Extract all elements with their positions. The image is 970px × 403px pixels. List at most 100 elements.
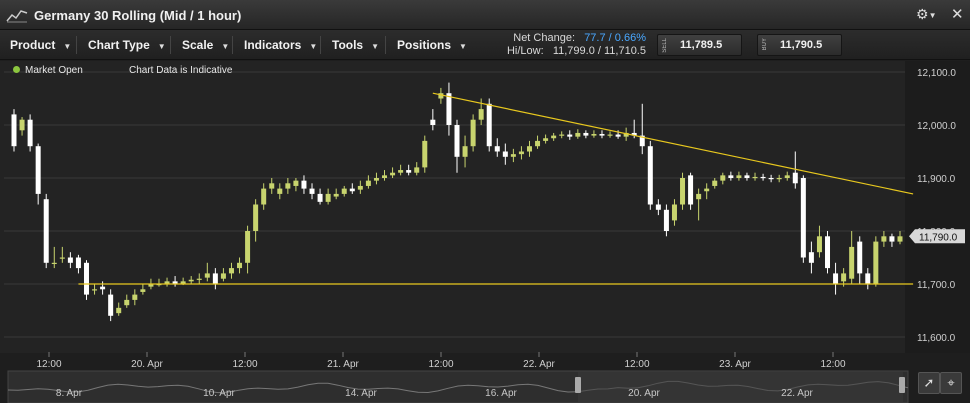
candle-body	[237, 262, 243, 269]
close-icon[interactable]: ✕	[951, 5, 964, 23]
candle-body	[833, 273, 839, 284]
candle-body	[269, 183, 275, 189]
candle-body	[688, 175, 694, 205]
tools-menu[interactable]: Tools ▼	[332, 38, 379, 52]
candle-body	[317, 193, 323, 202]
candle-body	[841, 273, 847, 282]
navigator-label: 22. Apr	[781, 388, 813, 399]
net-change-pct: 0.66%	[614, 32, 646, 44]
candle-body	[671, 204, 677, 221]
candle-body	[575, 132, 581, 137]
navigator-selection[interactable]	[578, 371, 903, 403]
crosshair-tool-button[interactable]: ⌖	[940, 372, 962, 394]
candle-body	[422, 140, 428, 168]
x-tick-label: 12:00	[428, 359, 453, 370]
candle-body	[108, 294, 114, 316]
candle-body	[518, 151, 524, 155]
candle-body	[478, 109, 484, 120]
scale-menu[interactable]: Scale ▼	[182, 38, 229, 52]
candle-body	[382, 175, 388, 178]
current-price-label: 11,790.0	[919, 232, 958, 243]
buy-label: BUY	[762, 38, 768, 51]
x-tick-label: 20. Apr	[131, 359, 163, 370]
candle-body	[204, 273, 210, 278]
candle-body	[663, 209, 669, 231]
candle-body	[100, 286, 106, 290]
candle-body	[526, 146, 532, 152]
gear-icon[interactable]: ⚙▼	[916, 6, 936, 23]
market-status: Market Open	[25, 65, 83, 76]
candle-body	[728, 175, 734, 178]
candle-body	[253, 204, 259, 231]
buy-button[interactable]: BUY 11,790.5	[757, 34, 842, 56]
net-change: Net Change: 77.7 / 0.66%	[513, 32, 646, 44]
candle-body	[599, 134, 605, 136]
chevron-down-icon: ▼	[157, 42, 166, 51]
x-tick-label: 12:00	[36, 359, 61, 370]
candle-body	[341, 188, 347, 194]
indicators-menu[interactable]: Indicators ▼	[244, 38, 317, 52]
indicative-note: Chart Data is Indicative	[129, 65, 233, 76]
sell-price: 11,789.5	[680, 39, 723, 51]
y-axis-panel	[905, 61, 970, 353]
candle-body	[800, 178, 806, 258]
chart-type-menu[interactable]: Chart Type ▼	[88, 38, 166, 52]
candle-body	[559, 134, 565, 136]
candle-body	[816, 236, 822, 253]
y-tick-label: 11,700.0	[917, 280, 956, 291]
candle-body	[140, 289, 146, 292]
candle-body	[615, 134, 621, 137]
pointer-tool-button[interactable]: ➚	[918, 372, 940, 394]
candle-body	[551, 135, 557, 139]
candle-body	[132, 294, 138, 300]
candle-body	[607, 134, 613, 136]
candle-body	[768, 178, 774, 180]
candle-body	[83, 262, 89, 295]
candle-body	[825, 236, 831, 269]
candle-body	[293, 180, 299, 186]
sell-label: SELL	[662, 38, 668, 53]
candle-body	[792, 172, 798, 184]
y-tick-label: 12,000.0	[917, 121, 956, 132]
x-tick-label: 21. Apr	[327, 359, 359, 370]
navigator-left-handle[interactable]	[575, 377, 581, 393]
candle-body	[51, 262, 57, 264]
product-menu[interactable]: Product ▼	[10, 38, 71, 52]
candle-body	[390, 172, 396, 176]
chart-area[interactable]: 11,600.011,700.011,800.011,900.012,000.0…	[0, 61, 970, 403]
candle-body	[357, 185, 363, 190]
chevron-down-icon: ▼	[63, 42, 72, 51]
candle-body	[365, 180, 371, 186]
candle-body	[124, 299, 130, 306]
divider	[76, 36, 77, 54]
candle-body	[865, 273, 871, 284]
y-tick-label: 11,900.0	[917, 174, 956, 185]
navigator-label: 14. Apr	[345, 388, 377, 399]
candle-body	[873, 241, 879, 284]
candle-body	[736, 175, 742, 178]
candle-body	[696, 193, 702, 200]
candle-body	[897, 236, 903, 242]
candle-body	[196, 278, 202, 280]
candle-body	[398, 170, 404, 173]
candle-body	[43, 199, 49, 263]
x-tick-label: 23. Apr	[719, 359, 751, 370]
candle-body	[647, 146, 653, 205]
candle-body	[680, 178, 686, 205]
sell-button[interactable]: SELL 11,789.5	[657, 34, 742, 56]
navigator-right-handle[interactable]	[899, 377, 905, 393]
candle-body	[261, 188, 267, 205]
candle-body	[720, 175, 726, 181]
candle-body	[486, 103, 492, 147]
candlestick-chart[interactable]: 11,600.011,700.011,800.011,900.012,000.0…	[0, 61, 970, 403]
divider	[232, 36, 233, 54]
navigator-label: 20. Apr	[628, 388, 660, 399]
navigator-label: 10. Apr	[203, 388, 235, 399]
divider	[385, 36, 386, 54]
x-tick-label: 12:00	[820, 359, 845, 370]
candle-body	[414, 167, 420, 173]
candle-body	[245, 231, 251, 263]
x-tick-label: 12:00	[232, 359, 257, 370]
candle-body	[446, 93, 452, 125]
net-change-value: 77.7	[584, 32, 606, 44]
